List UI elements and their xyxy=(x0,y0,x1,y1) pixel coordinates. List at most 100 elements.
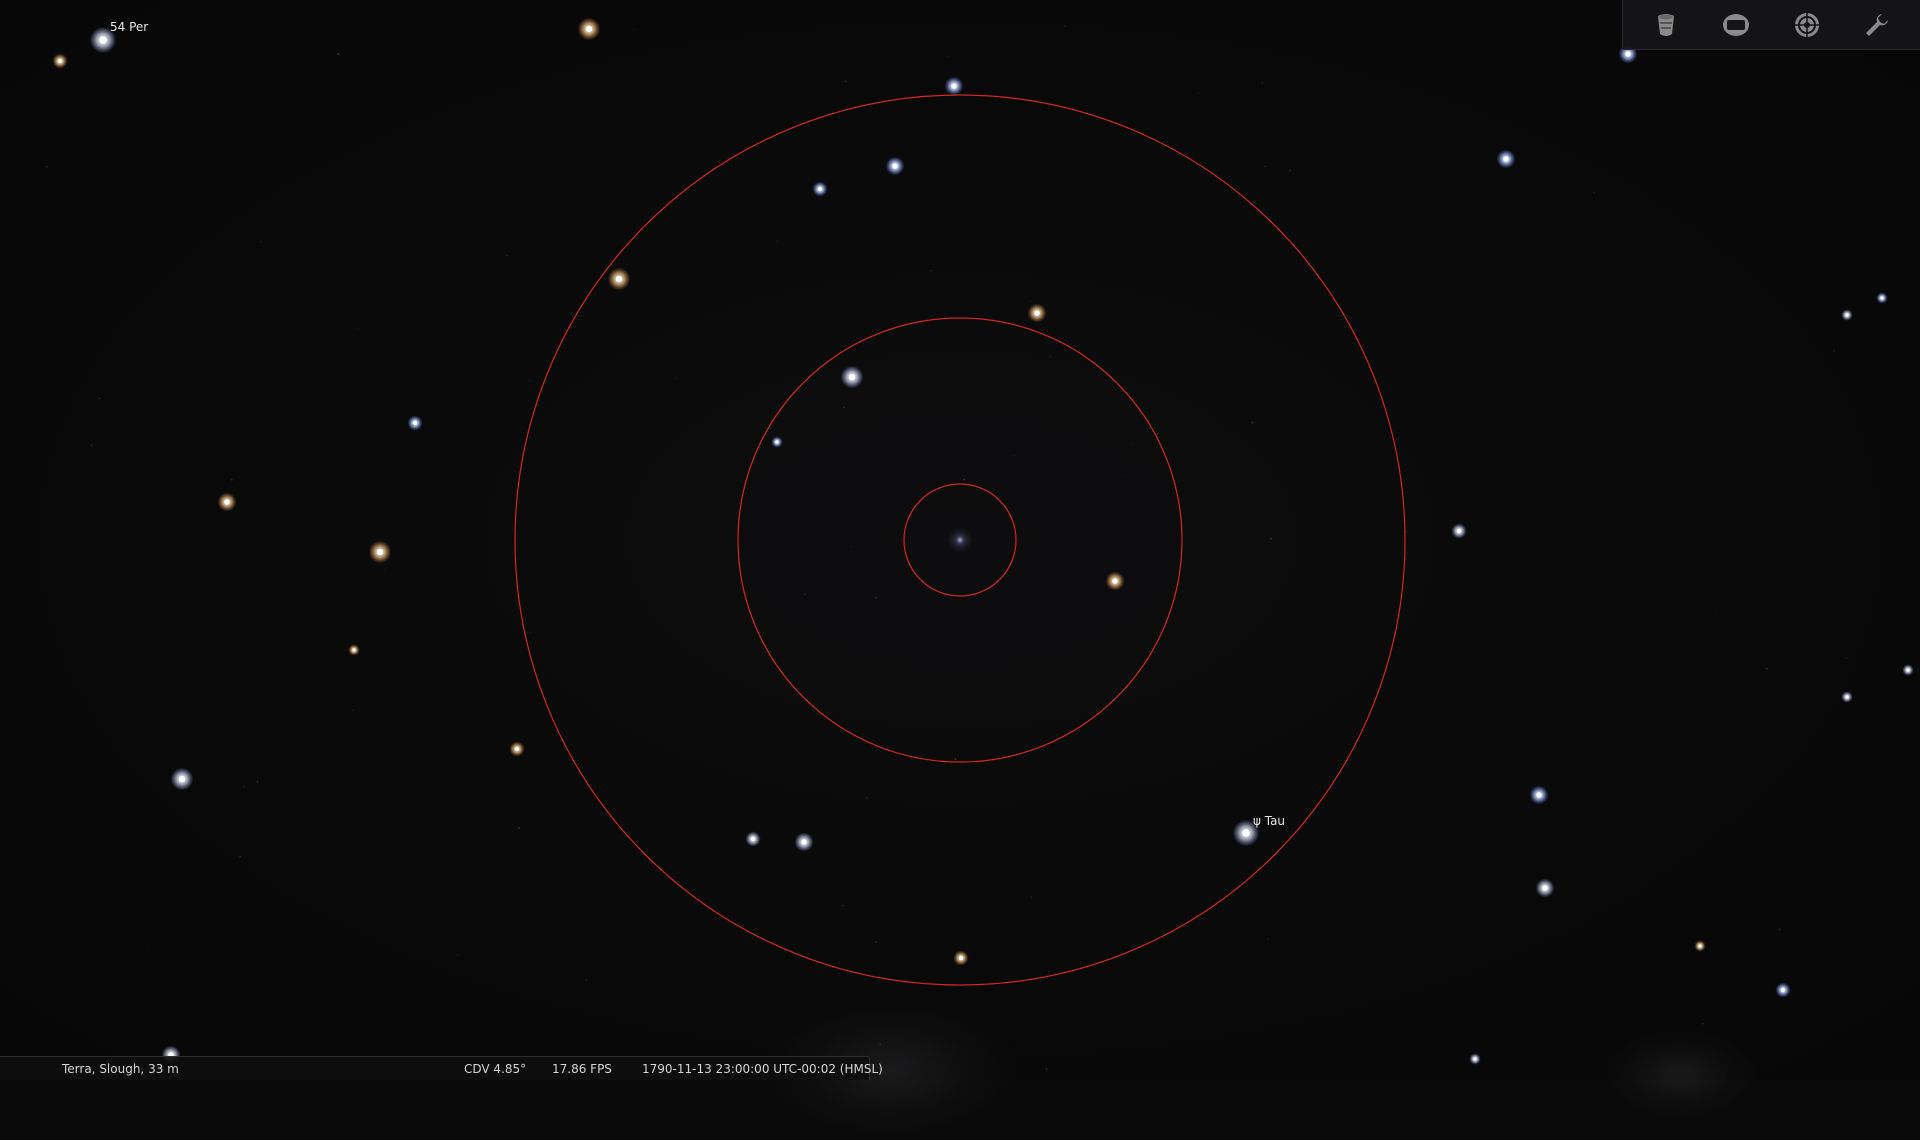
faint-star xyxy=(843,407,844,408)
faint-star xyxy=(1289,170,1290,171)
faint-star xyxy=(1766,668,1768,670)
screen-icon xyxy=(1722,13,1750,37)
star-core xyxy=(58,59,62,63)
faint-star xyxy=(384,569,385,570)
faint-star xyxy=(412,424,414,426)
faint-star xyxy=(323,40,324,41)
faint-star xyxy=(91,444,93,446)
star-core xyxy=(377,549,384,556)
faint-star xyxy=(1406,531,1407,532)
settings-button[interactable] xyxy=(1857,5,1897,45)
star-core xyxy=(1906,668,1909,671)
faint-star xyxy=(148,951,149,952)
faint-star xyxy=(337,53,339,55)
star-core xyxy=(1698,944,1701,947)
star-core xyxy=(959,956,963,960)
faint-star xyxy=(1252,422,1254,424)
faint-star xyxy=(231,479,233,481)
faint-star xyxy=(675,378,676,379)
faint-star xyxy=(1050,356,1051,357)
faint-star xyxy=(844,81,846,83)
star-core xyxy=(1457,529,1461,533)
faint-star xyxy=(518,827,520,829)
star-core xyxy=(1034,310,1040,316)
faint-star xyxy=(530,380,531,381)
faint-star xyxy=(875,941,877,943)
stars xyxy=(46,18,1914,1070)
cylinder-button[interactable] xyxy=(1646,5,1686,45)
faint-star xyxy=(357,328,358,329)
star-core xyxy=(1473,1057,1476,1060)
status-bar: Terra, Slough, 33 m CDV 4.85° 17.86 FPS … xyxy=(0,1056,870,1080)
faint-star xyxy=(917,447,918,448)
faint-star xyxy=(1131,443,1132,444)
faint-star xyxy=(1064,25,1065,26)
faint-star xyxy=(1197,93,1198,94)
star-core xyxy=(1242,829,1250,837)
faint-star xyxy=(1517,147,1518,148)
star-core xyxy=(1542,885,1548,891)
faint-star xyxy=(1267,939,1268,940)
star-field[interactable] xyxy=(0,0,1920,1080)
star-core xyxy=(586,26,593,33)
faint-star xyxy=(46,166,48,168)
faint-star xyxy=(506,255,508,257)
faint-star xyxy=(1702,1023,1703,1024)
faint-star xyxy=(260,241,261,242)
nebula[interactable] xyxy=(946,526,974,554)
status-fps: 17.86 FPS xyxy=(552,1062,612,1076)
reticle-button[interactable] xyxy=(1787,5,1827,45)
wrench-icon xyxy=(1864,12,1890,38)
star-core xyxy=(1845,695,1848,698)
reticle-icon xyxy=(1793,11,1821,39)
star-label-54-per[interactable]: 54 Per xyxy=(110,20,148,34)
star-core xyxy=(352,648,355,651)
faint-star xyxy=(239,856,241,858)
cylinder-icon xyxy=(1654,12,1678,38)
star-core xyxy=(1845,313,1848,316)
faint-star xyxy=(963,479,965,481)
faint-star xyxy=(1157,433,1159,435)
star-core xyxy=(801,839,807,845)
top-right-toolbar xyxy=(1622,0,1920,50)
star-core xyxy=(775,440,778,443)
faint-star xyxy=(1716,613,1717,614)
star-core xyxy=(1880,296,1883,299)
star-core xyxy=(892,163,898,169)
faint-star xyxy=(851,546,852,547)
faint-star xyxy=(1541,445,1542,446)
sky-view[interactable]: 54 Per ψ Tau xyxy=(0,0,1920,1080)
star-label-psi-tau[interactable]: ψ Tau xyxy=(1253,814,1285,828)
faint-star xyxy=(512,1033,513,1034)
star-core xyxy=(1503,156,1509,162)
faint-star xyxy=(1846,657,1847,658)
faint-star xyxy=(1842,555,1843,556)
screen-button[interactable] xyxy=(1716,5,1756,45)
status-location[interactable]: Terra, Slough, 33 m xyxy=(62,1062,179,1076)
star-core xyxy=(179,776,186,783)
star-core xyxy=(515,747,519,751)
faint-star xyxy=(879,1043,881,1045)
faint-star xyxy=(1779,928,1781,930)
star-core xyxy=(1112,578,1118,584)
status-datetime[interactable]: 1790-11-13 23:00:00 UTC-00:02 (HMSL) xyxy=(642,1062,883,1076)
faint-star xyxy=(257,781,259,783)
star-core xyxy=(224,499,230,505)
faint-star xyxy=(777,240,778,241)
faint-star xyxy=(866,797,867,798)
star-core xyxy=(1536,792,1542,798)
faint-star xyxy=(1030,896,1032,898)
status-fov[interactable]: CDV 4.85° xyxy=(464,1062,526,1076)
star-core xyxy=(849,374,856,381)
faint-star xyxy=(353,710,354,711)
faint-star xyxy=(1030,301,1031,302)
faint-star xyxy=(804,594,806,596)
faint-star xyxy=(243,786,245,788)
faint-star xyxy=(634,29,635,30)
star-core xyxy=(951,83,957,89)
faint-star xyxy=(1046,1068,1048,1070)
star-core xyxy=(818,187,822,191)
faint-star xyxy=(123,384,124,385)
faint-star xyxy=(530,632,531,633)
faint-star xyxy=(948,56,949,57)
